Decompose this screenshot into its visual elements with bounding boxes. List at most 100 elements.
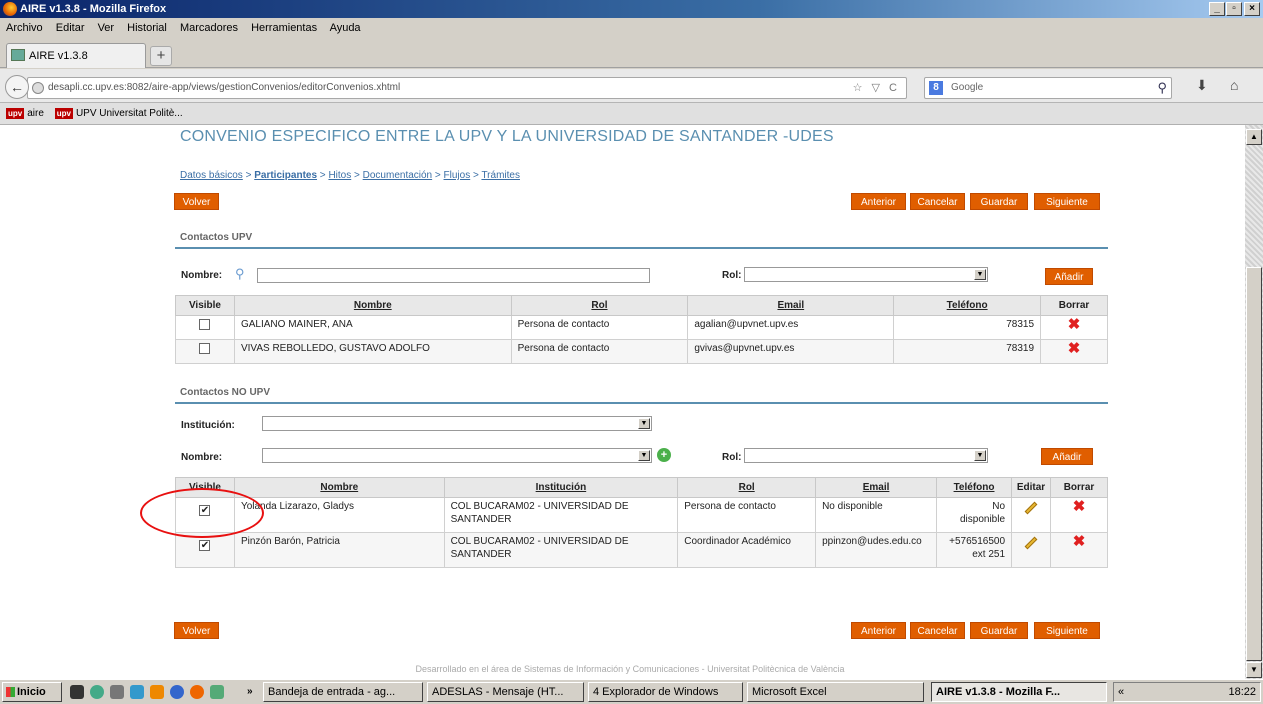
- volver-button[interactable]: Volver: [174, 193, 219, 210]
- bookmark-upv[interactable]: UPV Universitat Politè...: [76, 108, 183, 119]
- noupv-rol-select[interactable]: ▼: [744, 448, 988, 463]
- ie-icon[interactable]: [130, 685, 144, 699]
- delete-icon[interactable]: ✖: [1040, 339, 1108, 364]
- anterior-button-bottom[interactable]: Anterior: [851, 622, 906, 639]
- visible-checkbox[interactable]: ✔: [199, 540, 211, 551]
- window-title-bar: AIRE v1.3.8 - Mozilla Firefox _ ▫ ×: [0, 0, 1263, 18]
- crumb-flujos[interactable]: Flujos: [444, 170, 471, 181]
- crumb-tramites[interactable]: Trámites: [481, 170, 520, 181]
- outlook-icon[interactable]: [150, 685, 164, 699]
- col-telefono[interactable]: Teléfono: [936, 477, 1013, 498]
- search-icon[interactable]: ⚲: [235, 266, 245, 282]
- quicklaunch-more[interactable]: »: [247, 686, 253, 697]
- tab-aire[interactable]: AIRE v1.3.8: [6, 43, 146, 68]
- taskbar-item-firefox[interactable]: AIRE v1.3.8 - Mozilla F...: [931, 682, 1107, 702]
- guardar-button-bottom[interactable]: Guardar: [970, 622, 1028, 639]
- guardar-button[interactable]: Guardar: [970, 193, 1028, 210]
- search-bar[interactable]: 8 Google ⚲: [924, 77, 1172, 99]
- new-tab-button[interactable]: +: [150, 46, 172, 66]
- tab-bar: [0, 38, 1263, 68]
- col-email[interactable]: Email: [815, 477, 938, 498]
- cell-institucion-line: COL BUCARAM02 - UNIVERSIDAD DE: [450, 536, 629, 547]
- tool-icon[interactable]: [110, 685, 124, 699]
- menu-ver[interactable]: Ver: [98, 22, 115, 34]
- cancelar-button-bottom[interactable]: Cancelar: [910, 622, 965, 639]
- url-bar[interactable]: desapli.cc.upv.es:8082/aire-app/views/ge…: [27, 77, 907, 99]
- noupv-nombre-label: Nombre:: [181, 452, 223, 463]
- cell-rol: Persona de contacto: [510, 315, 689, 340]
- menu-herramientas[interactable]: Herramientas: [251, 22, 317, 34]
- institucion-select[interactable]: ▼: [262, 416, 652, 431]
- delete-icon[interactable]: ✖: [1040, 315, 1108, 340]
- visible-checkbox[interactable]: [199, 319, 211, 330]
- delete-icon[interactable]: ✖: [1050, 497, 1108, 533]
- tray-expand[interactable]: «: [1118, 683, 1124, 701]
- delete-icon[interactable]: ✖: [1050, 532, 1108, 568]
- upv-anadir-button[interactable]: Añadir: [1045, 268, 1093, 285]
- siguiente-button-bottom[interactable]: Siguiente: [1034, 622, 1100, 639]
- windows-flag-icon: [6, 687, 15, 697]
- add-contact-icon[interactable]: +: [657, 448, 671, 462]
- visible-checkbox[interactable]: [199, 343, 211, 354]
- upv-contacts-table: Visible Nombre Rol Email Teléfono Borrar…: [175, 295, 1108, 364]
- noupv-nombre-select[interactable]: ▼: [262, 448, 652, 463]
- anterior-button[interactable]: Anterior: [851, 193, 906, 210]
- volver-button-bottom[interactable]: Volver: [174, 622, 219, 639]
- cell-institucion-line: SANTANDER: [450, 514, 512, 525]
- crumb-sep: >: [351, 170, 363, 181]
- table-header-row: Visible Nombre Institución Rol Email Tel…: [175, 477, 1108, 498]
- table-row: GALIANO MAINER, ANA Persona de contacto …: [175, 315, 1108, 340]
- close-button[interactable]: ×: [1244, 2, 1260, 16]
- taskbar-item-adeslas[interactable]: ADESLAS - Mensaje (HT...: [427, 682, 584, 702]
- taskbar-item-explorer[interactable]: 4 Explorador de Windows: [588, 682, 743, 702]
- crumb-documentacion[interactable]: Documentación: [363, 170, 432, 181]
- google-icon: 8: [929, 81, 943, 95]
- col-telefono[interactable]: Teléfono: [893, 295, 1042, 316]
- firefox-icon[interactable]: [190, 685, 204, 699]
- search-icon[interactable]: ⚲: [1157, 78, 1167, 98]
- noupv-anadir-button[interactable]: Añadir: [1041, 448, 1093, 465]
- calendar-icon[interactable]: [210, 685, 224, 699]
- bookmark-star-icon[interactable]: ☆ ▽ C: [853, 78, 900, 98]
- section-contactos-upv: Contactos UPV: [180, 232, 253, 243]
- menu-editar[interactable]: Editar: [56, 22, 85, 34]
- scroll-down-icon[interactable]: ▼: [1246, 662, 1262, 678]
- menu-historial[interactable]: Historial: [127, 22, 167, 34]
- upv-rol-select[interactable]: ▼: [744, 267, 988, 282]
- app-icon[interactable]: [170, 685, 184, 699]
- minimize-button[interactable]: _: [1209, 2, 1225, 16]
- menu-archivo[interactable]: Archivo: [6, 22, 43, 34]
- col-rol[interactable]: Rol: [510, 295, 689, 316]
- edit-pencil-icon[interactable]: [1024, 501, 1038, 515]
- scrollbar-thumb[interactable]: [1246, 267, 1262, 661]
- taskbar-item-excel[interactable]: Microsoft Excel: [747, 682, 924, 702]
- bookmark-aire[interactable]: aire: [27, 108, 44, 119]
- cell-institucion-line: COL BUCARAM02 - UNIVERSIDAD DE: [450, 501, 629, 512]
- crumb-datos-basicos[interactable]: Datos básicos: [180, 170, 243, 181]
- crumb-participantes[interactable]: Participantes: [254, 170, 317, 181]
- chrome-icon[interactable]: [90, 685, 104, 699]
- menu-marcadores[interactable]: Marcadores: [180, 22, 238, 34]
- cell-institucion-line: SANTANDER: [450, 549, 512, 560]
- edit-pencil-icon[interactable]: [1024, 536, 1038, 550]
- col-email[interactable]: Email: [687, 295, 895, 316]
- upv-nombre-input[interactable]: [257, 268, 650, 283]
- start-button[interactable]: Inicio: [2, 682, 62, 702]
- scroll-up-icon[interactable]: ▲: [1246, 129, 1262, 145]
- back-button[interactable]: ←: [5, 75, 29, 99]
- start-label: Inicio: [17, 686, 46, 698]
- crumb-sep: >: [470, 170, 482, 181]
- taskbar-item-outlook[interactable]: Bandeja de entrada - ag...: [263, 682, 423, 702]
- col-rol[interactable]: Rol: [677, 477, 817, 498]
- col-nombre[interactable]: Nombre: [233, 295, 512, 316]
- crumb-hitos[interactable]: Hitos: [328, 170, 351, 181]
- download-icon[interactable]: ⬇: [1196, 77, 1208, 94]
- siguiente-button[interactable]: Siguiente: [1034, 193, 1100, 210]
- menu-ayuda[interactable]: Ayuda: [330, 22, 361, 34]
- maximize-button[interactable]: ▫: [1226, 2, 1242, 16]
- col-institucion[interactable]: Institución: [443, 477, 679, 498]
- col-nombre[interactable]: Nombre: [233, 477, 445, 498]
- home-icon[interactable]: ⌂: [1230, 77, 1238, 93]
- 7zip-icon[interactable]: [70, 685, 84, 699]
- cancelar-button[interactable]: Cancelar: [910, 193, 965, 210]
